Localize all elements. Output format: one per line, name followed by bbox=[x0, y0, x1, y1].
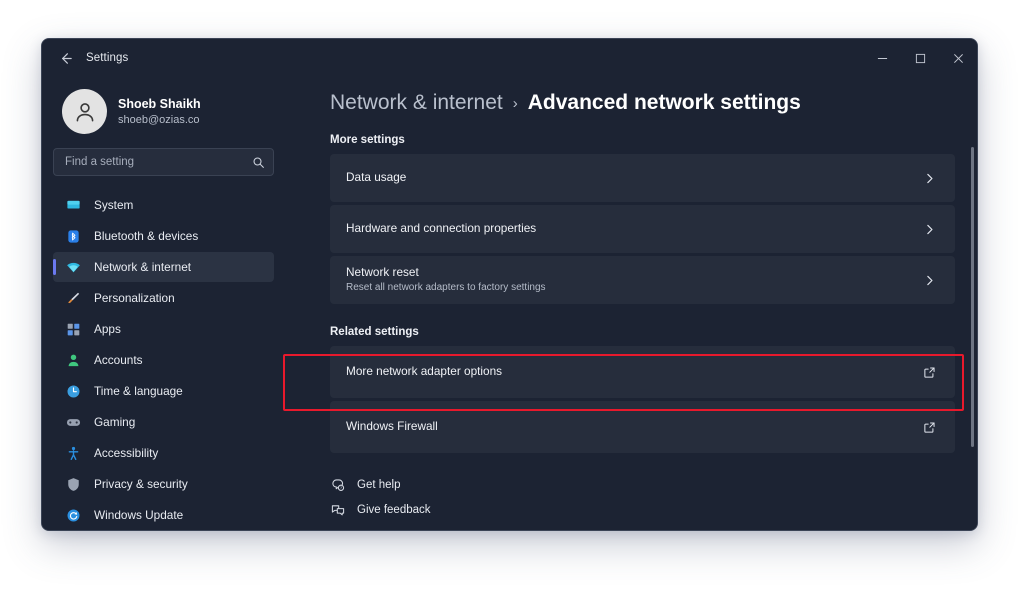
card-windows-firewall[interactable]: Windows Firewall bbox=[330, 401, 955, 453]
sidebar-item-label: Network & internet bbox=[94, 260, 192, 274]
sidebar-item-label: Gaming bbox=[94, 415, 136, 429]
update-refresh-icon bbox=[65, 507, 81, 523]
title-bar: Settings bbox=[42, 39, 977, 77]
search-input[interactable] bbox=[65, 156, 252, 168]
search-box[interactable] bbox=[53, 148, 274, 176]
sidebar-item-apps[interactable]: Apps bbox=[53, 314, 274, 344]
sidebar: Shoeb Shaikh shoeb@ozias.co System bbox=[42, 77, 285, 530]
sidebar-item-privacy-security[interactable]: Privacy & security bbox=[53, 469, 274, 499]
more-settings-label: More settings bbox=[330, 134, 405, 146]
external-link-icon bbox=[923, 421, 936, 434]
user-profile[interactable]: Shoeb Shaikh shoeb@ozias.co bbox=[53, 77, 274, 148]
card-subtitle: Reset all network adapters to factory se… bbox=[346, 282, 546, 294]
chevron-right-icon bbox=[923, 274, 936, 287]
sidebar-item-label: Time & language bbox=[94, 384, 183, 398]
close-button[interactable] bbox=[939, 39, 977, 77]
sidebar-item-label: Windows Update bbox=[94, 508, 184, 522]
back-button[interactable] bbox=[50, 43, 80, 73]
maximize-button[interactable] bbox=[901, 39, 939, 77]
give-feedback-link[interactable]: Give feedback bbox=[330, 502, 955, 517]
breadcrumb: Network & internet › Advanced network se… bbox=[330, 91, 955, 115]
footer-link-label: Give feedback bbox=[357, 503, 431, 516]
card-title: Network reset bbox=[346, 265, 419, 280]
get-help-link[interactable]: ? Get help bbox=[330, 477, 955, 492]
sidebar-item-label: Accounts bbox=[94, 353, 143, 367]
apps-grid-icon bbox=[65, 321, 81, 337]
monitor-icon bbox=[65, 197, 81, 213]
sidebar-item-network-internet[interactable]: Network & internet bbox=[53, 252, 274, 282]
shield-icon bbox=[65, 476, 81, 492]
bluetooth-icon bbox=[65, 228, 81, 244]
sidebar-item-system[interactable]: System bbox=[53, 190, 274, 220]
chevron-right-icon bbox=[923, 172, 936, 185]
more-settings-cards: Data usage Hardware and connection prope… bbox=[330, 154, 955, 304]
user-avatar-icon bbox=[76, 102, 93, 121]
back-arrow-icon bbox=[61, 52, 72, 64]
settings-window: Settings Shoeb Shaikh shoeb@ozias.co Fin… bbox=[41, 38, 978, 531]
window-body: Shoeb Shaikh shoeb@ozias.co System bbox=[42, 77, 977, 530]
footer-link-label: Get help bbox=[357, 478, 401, 491]
sidebar-nav: System Bluetooth & devices Network & int… bbox=[53, 190, 274, 530]
profile-name: Shoeb Shaikh bbox=[118, 96, 201, 111]
sidebar-item-label: Apps bbox=[94, 322, 121, 336]
paintbrush-icon bbox=[65, 290, 81, 306]
avatar bbox=[62, 89, 107, 134]
main-content: Network & internet › Advanced network se… bbox=[285, 77, 977, 530]
footer-links: ? Get help Give feedback bbox=[330, 477, 955, 517]
vertical-scrollbar[interactable] bbox=[971, 147, 974, 447]
card-data-usage[interactable]: Data usage bbox=[330, 154, 955, 202]
profile-email: shoeb@ozias.co bbox=[118, 113, 200, 126]
sidebar-item-label: System bbox=[94, 198, 134, 212]
card-hardware-connection-properties[interactable]: Hardware and connection properties bbox=[330, 205, 955, 253]
window-title: Settings bbox=[86, 52, 129, 64]
gamepad-icon bbox=[65, 414, 81, 430]
related-settings-label: Related settings bbox=[330, 326, 419, 338]
person-icon bbox=[65, 352, 81, 368]
clock-icon bbox=[65, 383, 81, 399]
card-more-network-adapter-options[interactable]: More network adapter options bbox=[330, 346, 955, 398]
close-icon bbox=[953, 53, 963, 63]
sidebar-item-bluetooth-devices[interactable]: Bluetooth & devices bbox=[53, 221, 274, 251]
sidebar-item-gaming[interactable]: Gaming bbox=[53, 407, 274, 437]
page-title: Advanced network settings bbox=[527, 91, 801, 114]
minimize-icon bbox=[877, 57, 887, 59]
card-title: Windows Firewall bbox=[346, 419, 438, 434]
sidebar-item-windows-update[interactable]: Windows Update bbox=[53, 500, 274, 530]
breadcrumb-parent[interactable]: Network & internet bbox=[330, 91, 503, 115]
related-settings-cards: More network adapter options Windows Fir… bbox=[330, 346, 955, 453]
sidebar-item-label: Privacy & security bbox=[94, 477, 188, 491]
chevron-right-icon bbox=[923, 223, 936, 236]
search-icon bbox=[253, 157, 264, 168]
sidebar-item-label: Bluetooth & devices bbox=[94, 229, 199, 243]
breadcrumb-separator-icon: › bbox=[512, 94, 518, 112]
card-title: Hardware and connection properties bbox=[346, 221, 537, 236]
accessibility-icon bbox=[65, 445, 81, 461]
maximize-icon bbox=[915, 53, 925, 63]
minimize-button[interactable] bbox=[863, 39, 901, 77]
feedback-icon bbox=[330, 502, 345, 517]
sidebar-item-label: Personalization bbox=[94, 291, 175, 305]
sidebar-item-personalization[interactable]: Personalization bbox=[53, 283, 274, 313]
sidebar-item-time-language[interactable]: Time & language bbox=[53, 376, 274, 406]
card-title: More network adapter options bbox=[346, 364, 503, 379]
sidebar-item-accessibility[interactable]: Accessibility bbox=[53, 438, 274, 468]
card-title: Data usage bbox=[346, 170, 407, 185]
help-question-icon: ? bbox=[330, 477, 345, 492]
sidebar-item-accounts[interactable]: Accounts bbox=[53, 345, 274, 375]
card-network-reset[interactable]: Network reset Reset all network adapters… bbox=[330, 256, 955, 304]
window-controls bbox=[863, 39, 977, 77]
wifi-icon bbox=[65, 259, 81, 275]
sidebar-item-label: Accessibility bbox=[94, 446, 159, 460]
external-link-icon bbox=[923, 366, 936, 379]
